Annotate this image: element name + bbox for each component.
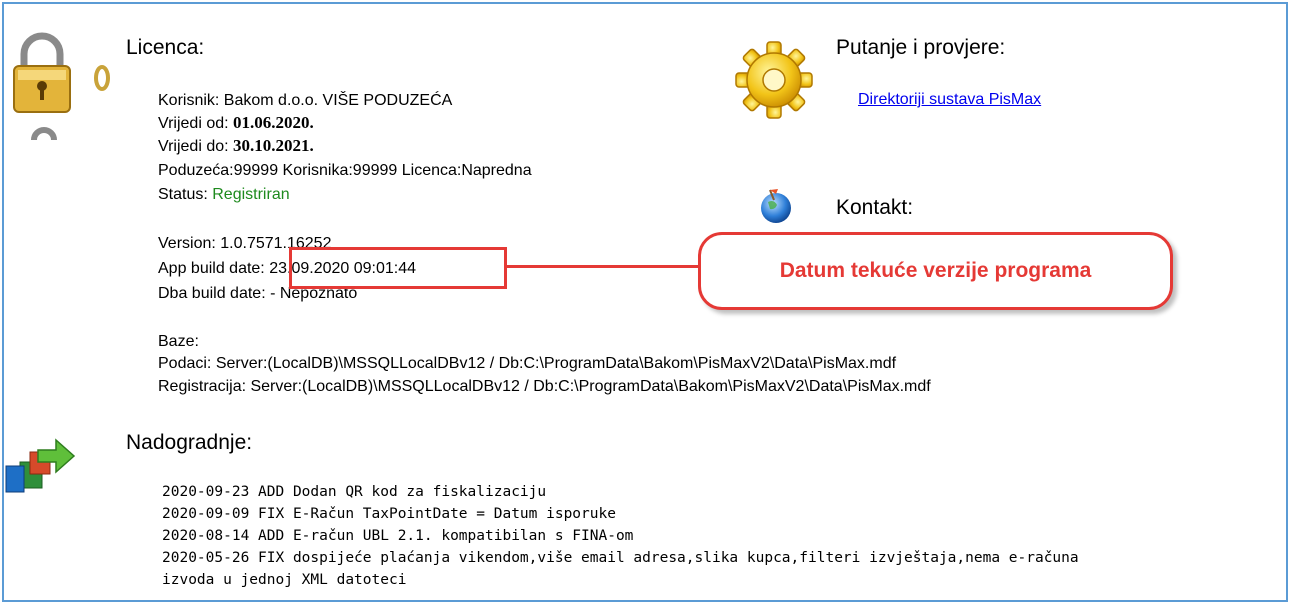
changelog-line: 2020-05-26 FIX dospijeće plaćanja vikend… xyxy=(162,550,1079,566)
vrijedi-do-label: Vrijedi do: xyxy=(158,138,233,155)
vrijedi-od-row: Vrijedi od: 01.06.2020. xyxy=(158,112,314,135)
vrijedi-od-label: Vrijedi od: xyxy=(158,115,233,132)
gear-icon xyxy=(734,40,814,125)
changelog-line: 2020-09-09 FIX E-Račun TaxPointDate = Da… xyxy=(162,506,616,522)
build-date-highlight xyxy=(289,247,507,289)
changelog-line: 2020-08-14 ADD E-račun UBL 2.1. kompatib… xyxy=(162,528,634,544)
status-row: Status: Registriran xyxy=(158,184,290,206)
baze-label: Baze: xyxy=(158,333,199,350)
poduzeca-text: Poduzeća:99999 Korisnika:99999 Licenca:N… xyxy=(158,162,532,179)
callout-connector xyxy=(507,265,710,268)
kontakt-heading: Kontakt: xyxy=(836,196,914,219)
status-value: Registriran xyxy=(212,186,290,203)
callout-bubble: Datum tekuće verzije programa xyxy=(698,232,1173,310)
podaci-text: Podaci: Server:(LocalDB)\MSSQLLocalDBv12… xyxy=(158,355,897,372)
vrijedi-od-value: 01.06.2020. xyxy=(233,113,314,132)
upgrade-icon xyxy=(2,432,78,499)
registracija-text: Registracija: Server:(LocalDB)\MSSQLLoca… xyxy=(158,378,931,395)
vrijedi-do-value: 30.10.2021. xyxy=(233,136,314,155)
globe-icon xyxy=(756,186,796,231)
putanje-heading: Putanje i provjere: xyxy=(836,36,1006,59)
status-label: Status: xyxy=(158,186,213,203)
vrijedi-do-row: Vrijedi do: 30.10.2021. xyxy=(158,135,314,158)
callout-text: Datum tekuće verzije programa xyxy=(779,259,1092,282)
direktoriji-link[interactable]: Direktoriji sustava PisMax xyxy=(858,91,1041,109)
lock-icon xyxy=(6,28,116,153)
korisnik-text: Korisnik: Bakom d.o.o. VIŠE PODUZEĆA xyxy=(158,92,453,109)
changelog-line: 2020-09-23 ADD Dodan QR kod za fiskaliza… xyxy=(162,484,547,500)
app-build-label: App build date: xyxy=(158,260,270,277)
licenca-heading: Licenca: xyxy=(126,36,205,59)
nadogradnje-heading: Nadogradnje: xyxy=(126,431,253,454)
